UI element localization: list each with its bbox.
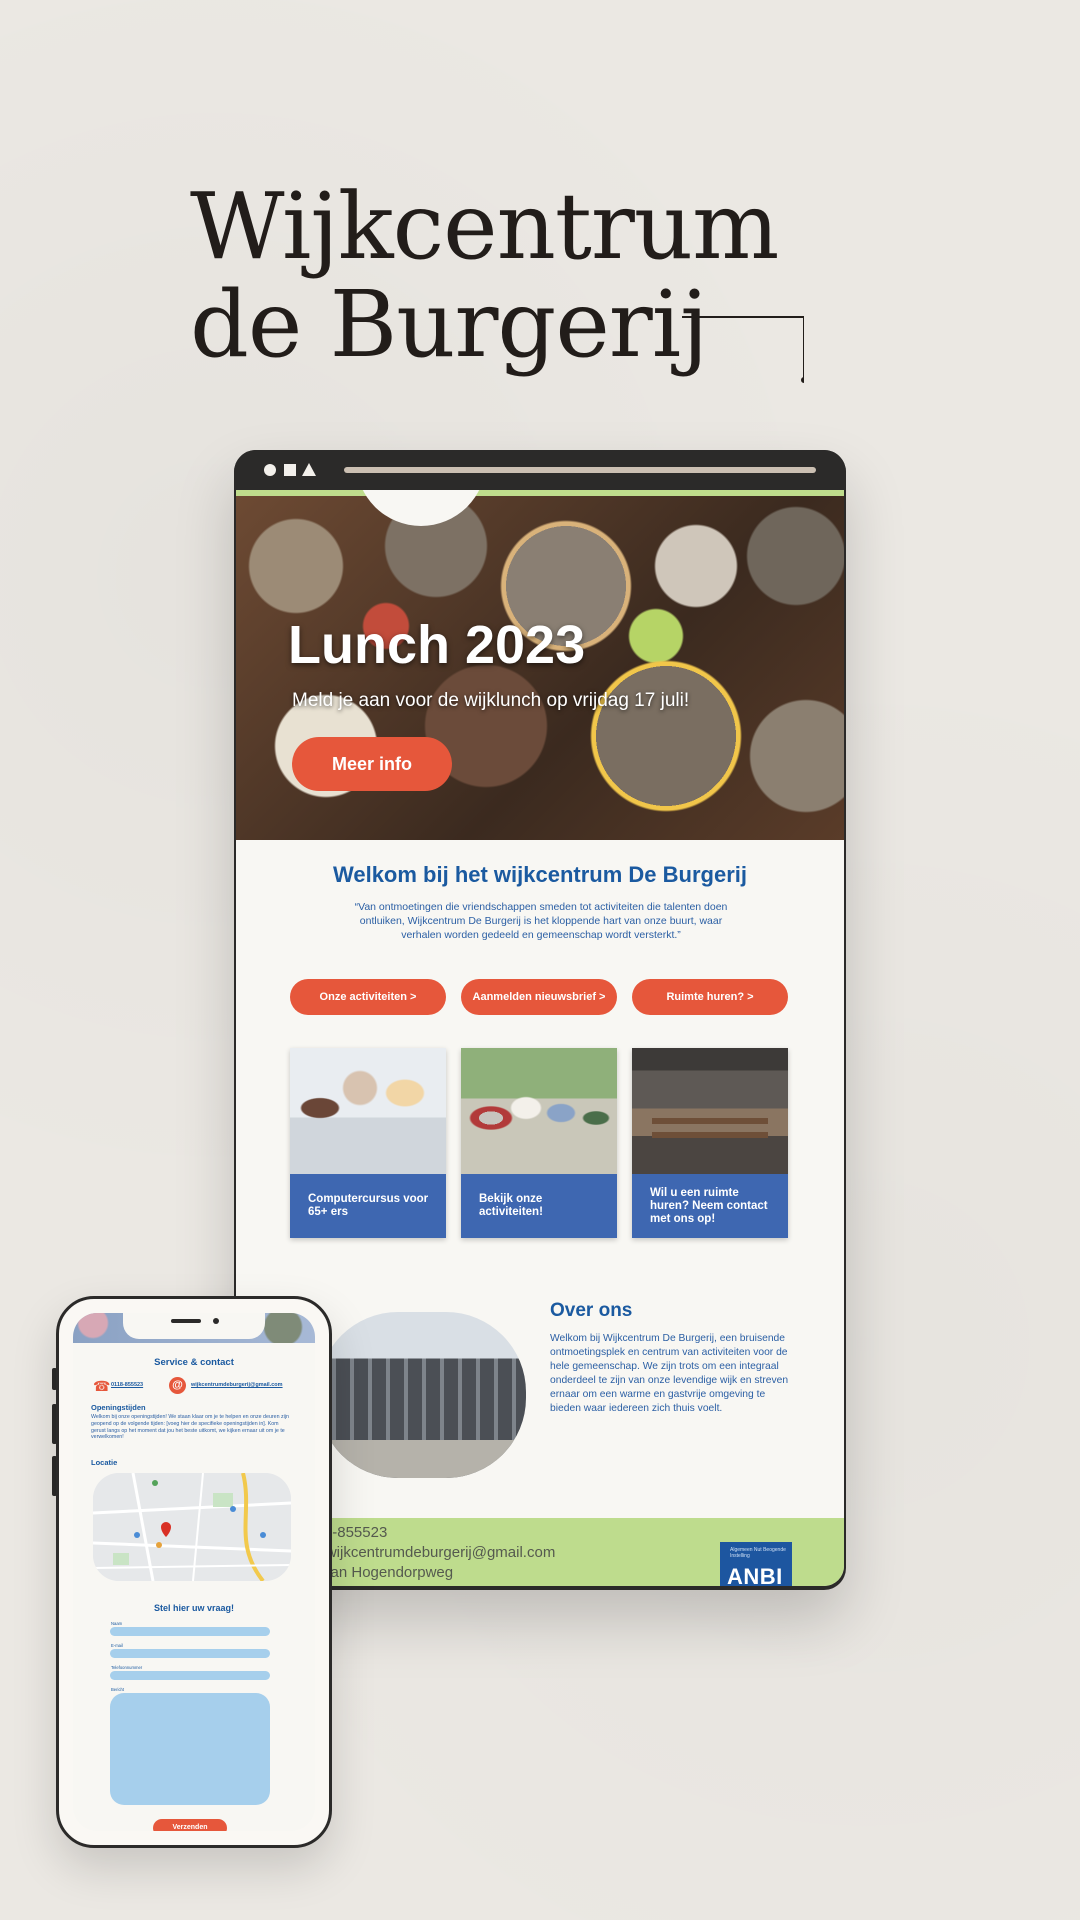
square-icon xyxy=(284,464,296,476)
email-label: E-mail xyxy=(111,1643,123,1648)
camera xyxy=(213,1318,219,1324)
triangle-icon xyxy=(302,463,316,476)
card-label: Computercursus voor 65+ ers xyxy=(308,1193,429,1218)
hero-subtitle: Meld je aan voor de wijklunch op vrijdag… xyxy=(292,690,690,711)
name-label: Naam xyxy=(111,1621,123,1626)
message-field[interactable] xyxy=(110,1693,270,1805)
location-map[interactable] xyxy=(93,1473,291,1581)
card-rent-space[interactable]: Wil u een ruimte huren? Neem contact met… xyxy=(632,1048,788,1238)
address-bar[interactable] xyxy=(344,467,816,473)
hero-banner: Lunch 2023 Meld je aan voor de wijklunch… xyxy=(236,490,844,840)
browser-toolbar xyxy=(234,450,846,490)
headline-line-1: Wijkcentrum xyxy=(190,173,779,280)
card-label: Wil u een ruimte huren? Neem contact met… xyxy=(650,1186,768,1225)
newsletter-button[interactable]: Aanmelden nieuwsbrief > xyxy=(461,979,617,1015)
phone-icon: ☎ xyxy=(93,1378,111,1394)
phone-mockup: Service & contact ☎ 0118-855523 @ wijkce… xyxy=(56,1296,332,1848)
card-activities[interactable]: Bekijk onze activiteiten! xyxy=(461,1048,617,1238)
email-field[interactable] xyxy=(110,1649,270,1658)
email-link[interactable]: wijkcentrumdeburgerij@gmail.com xyxy=(191,1382,283,1388)
location-title: Locatie xyxy=(91,1458,118,1467)
at-icon: @ xyxy=(169,1377,186,1394)
hours-title: Openingstijden xyxy=(91,1403,146,1412)
circle-icon xyxy=(264,464,276,476)
hours-text: Welkom bij onze openingstijden! We staan… xyxy=(91,1414,289,1441)
phone-notch xyxy=(123,1313,265,1339)
service-contact-title: Service & contact xyxy=(154,1357,234,1368)
card-image xyxy=(290,1048,446,1174)
about-title: Over ons xyxy=(550,1300,633,1321)
welcome-quote: “Van ontmoetingen die vriendschappen sme… xyxy=(354,901,728,941)
card-image xyxy=(632,1048,788,1174)
anbi-small-text: Algemeen Nut Beogende Instelling xyxy=(730,1547,786,1559)
hero-logo-circle xyxy=(356,490,486,526)
activities-button[interactable]: Onze activiteiten > xyxy=(290,979,446,1015)
card-image xyxy=(461,1048,617,1174)
phone-number-link[interactable]: 0118-855523 xyxy=(111,1382,143,1388)
message-label: Bericht xyxy=(111,1687,125,1692)
phone-screen: Service & contact ☎ 0118-855523 @ wijkce… xyxy=(73,1313,315,1831)
decorative-line xyxy=(682,316,804,383)
card-computer-course[interactable]: Computercursus voor 65+ ers xyxy=(290,1048,446,1238)
anbi-text: ANBI xyxy=(727,1564,783,1586)
anbi-logo: Algemeen Nut Beogende Instelling ANBI xyxy=(720,1542,792,1586)
more-info-button[interactable]: Meer info xyxy=(292,737,452,791)
about-text: Welkom bij Wijkcentrum De Burgerij, een … xyxy=(550,1333,789,1414)
phone-label: Telefoonnummer xyxy=(111,1665,143,1670)
welcome-title: Welkom bij het wijkcentrum De Burgerij xyxy=(332,862,747,887)
send-button[interactable]: Verzenden xyxy=(153,1819,227,1831)
rent-space-button[interactable]: Ruimte huren? > xyxy=(632,979,788,1015)
form-title: Stel hier uw vraag! xyxy=(153,1603,235,1613)
name-field[interactable] xyxy=(110,1627,270,1636)
about-building-image xyxy=(318,1312,526,1478)
speaker xyxy=(171,1319,201,1323)
phone-field[interactable] xyxy=(110,1671,270,1680)
hero-title: Lunch 2023 xyxy=(288,615,586,675)
card-label: Bekijk onze activiteiten! xyxy=(479,1193,543,1218)
